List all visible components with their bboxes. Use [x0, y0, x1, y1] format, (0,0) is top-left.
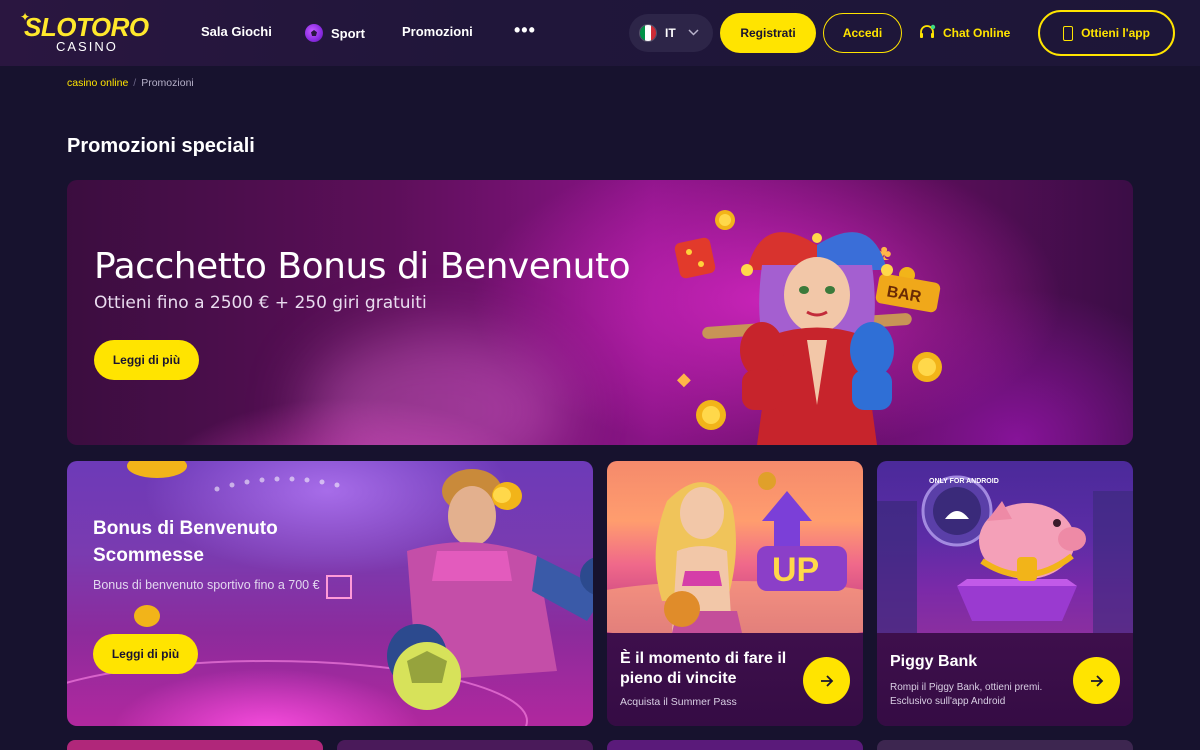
piggy-card-subtitle: Rompi il Piggy Bank, ottieni premi. Escl… — [890, 682, 1043, 707]
svg-text:ONLY FOR ANDROID: ONLY FOR ANDROID — [929, 478, 999, 485]
dice-icon — [674, 237, 716, 279]
sport-bonus-card[interactable]: Bonus di Benvenuto Scommesse Bonus di be… — [67, 461, 593, 726]
nav-promozioni[interactable]: Promozioni — [402, 24, 473, 39]
nav-sala-giochi[interactable]: Sala Giochi — [201, 24, 272, 39]
piggy-bank-card[interactable]: ONLY FOR ANDROID Piggy Bank Rompi il Pig… — [877, 461, 1133, 726]
breadcrumb-separator: / — [133, 77, 137, 89]
summer-pass-info: È il momento di fare il pieno di vincite… — [607, 633, 863, 726]
hero-read-more-button[interactable]: Leggi di più — [94, 340, 199, 380]
summer-card-subtitle: Acquista il Summer Pass — [620, 696, 737, 708]
promo-card-peek — [337, 740, 593, 750]
arrow-right-icon — [820, 674, 833, 687]
slotoro-logo[interactable]: ✦ SLOTORO CASINO — [20, 10, 156, 54]
nav-sport[interactable]: Sport — [305, 24, 365, 42]
summer-pass-illustration: UP — [607, 461, 863, 641]
piggy-bank-info: Piggy Bank Rompi il Piggy Bank, ottieni … — [877, 633, 1133, 726]
svg-text:◆: ◆ — [677, 369, 691, 389]
register-button[interactable]: Registrati — [720, 13, 816, 53]
nav-sport-label: Sport — [331, 25, 365, 41]
piggy-card-title: Piggy Bank — [890, 653, 978, 670]
phone-icon — [1063, 25, 1074, 41]
language-code: IT — [665, 26, 676, 40]
piggy-arrow-button[interactable] — [1073, 657, 1120, 704]
login-button[interactable]: Accedi — [823, 13, 902, 53]
breadcrumb-current: Promozioni — [141, 77, 194, 89]
summer-card-title: È il momento di fare il pieno di vincite — [620, 650, 787, 687]
site-header: ✦ SLOTORO CASINO Sala Giochi Sport Promo… — [0, 0, 1200, 66]
soccer-ball-icon — [305, 24, 323, 42]
jester-character-illustration: ♣ ◆ BAR — [674, 210, 942, 445]
get-app-button[interactable]: Ottieni l'app — [1038, 10, 1175, 56]
breadcrumb: casino online / Promozioni — [67, 77, 194, 89]
sport-card-subtitle: Bonus di benvenuto sportivo fino a 700 € — [93, 578, 320, 592]
chevron-down-icon — [688, 27, 699, 39]
svg-text:UP: UP — [772, 551, 819, 589]
goalkeeper-illustration — [326, 469, 593, 710]
summer-arrow-button[interactable] — [803, 657, 850, 704]
more-menu-icon[interactable]: ••• — [514, 20, 536, 41]
promo-card-peek — [607, 740, 863, 750]
arrow-right-icon — [1090, 674, 1103, 687]
sport-read-more-button[interactable]: Leggi di più — [93, 634, 198, 674]
page-title: Promozioni speciali — [67, 135, 255, 157]
italy-flag-icon — [639, 24, 657, 42]
chat-online-label: Chat Online — [943, 26, 1011, 40]
hero-title: Pacchetto Bonus di Benvenuto — [94, 246, 631, 287]
promo-card-peek — [877, 740, 1133, 750]
language-selector[interactable]: IT — [629, 14, 713, 52]
chat-online-link[interactable]: Chat Online — [918, 24, 1010, 42]
hero-subtitle: Ottieni fino a 2500 € + 250 giri gratuit… — [94, 293, 427, 313]
summer-pass-card[interactable]: UP È il momento di fare il pieno di vinc… — [607, 461, 863, 726]
sport-card-title: Bonus di Benvenuto Scommesse — [93, 518, 278, 566]
breadcrumb-home-link[interactable]: casino online — [67, 77, 128, 89]
piggy-bank-illustration: ONLY FOR ANDROID — [877, 461, 1133, 633]
get-app-label: Ottieni l'app — [1081, 26, 1150, 40]
hero-glow-decoration — [307, 330, 567, 445]
headset-icon — [918, 24, 936, 42]
welcome-bonus-banner[interactable]: Pacchetto Bonus di Benvenuto Ottieni fin… — [67, 180, 1133, 445]
promo-card-peek — [67, 740, 323, 750]
logo-subtitle: CASINO — [56, 39, 118, 54]
